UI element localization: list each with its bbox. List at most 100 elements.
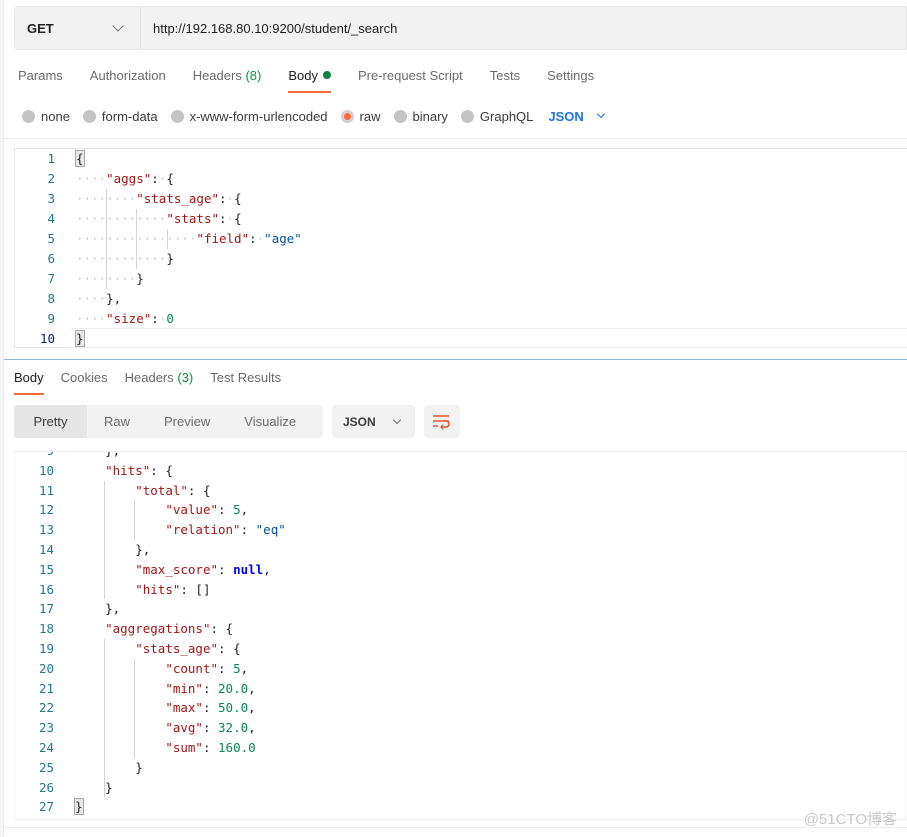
code-text: "aggregations": { bbox=[105, 621, 234, 637]
view-raw-button[interactable]: Raw bbox=[87, 405, 147, 438]
radio-none[interactable]: none bbox=[22, 109, 70, 124]
code-line: 20 "count": 5, bbox=[14, 659, 907, 679]
code-text: } bbox=[75, 779, 113, 795]
code-text: "relation": "eq" bbox=[165, 522, 286, 538]
tab-headers[interactable]: Headers (8) bbox=[193, 62, 262, 92]
line-number: 11 bbox=[38, 482, 54, 498]
code-line: 24 "sum": 160.0 bbox=[14, 738, 907, 758]
indent-guide bbox=[166, 229, 168, 249]
tab-tests[interactable]: Tests bbox=[490, 62, 520, 92]
line-number: 22 bbox=[38, 700, 54, 716]
code-line: 12 "value": 5, bbox=[14, 500, 907, 520]
window-edge bbox=[0, 0, 4, 837]
tab-settings[interactable]: Settings bbox=[547, 62, 594, 92]
line-number: 23 bbox=[38, 720, 54, 736]
line-number: 10 bbox=[38, 462, 54, 478]
tab-body[interactable]: Body bbox=[288, 62, 331, 93]
resp-tab-test-results[interactable]: Test Results bbox=[210, 364, 281, 394]
tab-pre-request-script[interactable]: Pre-request Script bbox=[358, 62, 463, 92]
wrap-lines-button[interactable] bbox=[424, 405, 460, 438]
headers-count-badge: (8) bbox=[245, 68, 262, 83]
request-url-bar: GET http://192.168.80.10:9200/student/_s… bbox=[14, 6, 907, 50]
indent-guide bbox=[104, 639, 106, 798]
radio-form-data[interactable]: form-data bbox=[82, 109, 158, 124]
line-number: 24 bbox=[38, 740, 54, 755]
url-input[interactable]: http://192.168.80.10:9200/student/_searc… bbox=[141, 7, 397, 49]
code-line: 17 }, bbox=[14, 599, 907, 619]
code-line: 18 "aggregations": { bbox=[14, 619, 907, 639]
resp-tab-headers[interactable]: Headers (3) bbox=[125, 364, 194, 394]
code-line: 13 "relation": "eq" bbox=[14, 520, 907, 540]
code-text: "sum": 160.0 bbox=[165, 740, 256, 755]
chevron-down-icon bbox=[596, 109, 606, 119]
radio-circle-icon bbox=[170, 109, 184, 123]
tab-authorization[interactable]: Authorization bbox=[90, 62, 166, 92]
radio-label: none bbox=[41, 108, 70, 124]
code-text: } bbox=[75, 330, 85, 347]
code-line: 23 "avg": 32.0, bbox=[14, 718, 907, 738]
request-body-editor[interactable]: 1{2····"aggs":·{3········"stats_age":·{4… bbox=[14, 148, 907, 348]
pane-resize-handle[interactable] bbox=[4, 359, 907, 360]
radio-x-www-form-urlencoded[interactable]: x-www-form-urlencoded bbox=[170, 109, 328, 124]
tab-label: Body bbox=[14, 370, 44, 385]
divider bbox=[4, 138, 907, 139]
radio-circle-icon bbox=[460, 109, 474, 123]
watermark: @51CTO博客 bbox=[803, 811, 897, 828]
response-format-select[interactable]: JSON bbox=[332, 405, 415, 438]
code-text: } bbox=[75, 759, 143, 775]
code-text: } bbox=[74, 798, 84, 816]
line-number: 18 bbox=[38, 621, 54, 637]
line-number: 10 bbox=[39, 331, 55, 346]
code-line: 8 ····}, bbox=[15, 289, 907, 309]
radio-label: raw bbox=[359, 108, 381, 124]
view-visualize-button[interactable]: Visualize bbox=[227, 405, 313, 438]
line-number: 8 bbox=[47, 291, 55, 306]
code-line: 2 ····"aggs":·{ bbox=[15, 169, 907, 189]
code-line: 26 } bbox=[14, 778, 907, 798]
code-text: "count": 5, bbox=[165, 660, 249, 676]
radio-graphql[interactable]: GraphQL bbox=[460, 108, 534, 124]
radio-label: binary bbox=[412, 108, 448, 124]
line-number: 21 bbox=[38, 680, 54, 696]
code-line: 10} bbox=[15, 329, 907, 349]
code-text: }, bbox=[75, 542, 151, 557]
code-text: ····"size":·0 bbox=[76, 311, 174, 326]
line-number: 19 bbox=[38, 641, 54, 656]
code-line: 6 ············} bbox=[15, 249, 907, 269]
line-number: 5 bbox=[47, 231, 55, 246]
tab-params[interactable]: Params bbox=[18, 62, 63, 92]
tab-label: Headers bbox=[124, 370, 174, 385]
response-body-viewer[interactable]: 9 },10 "hits": {11 "total": {12 "value":… bbox=[14, 451, 907, 821]
code-line: 21 "min": 20.0, bbox=[14, 679, 907, 699]
body-format-select[interactable]: JSON bbox=[548, 109, 606, 124]
indent-guide bbox=[136, 209, 138, 269]
code-text: ····}, bbox=[76, 291, 122, 306]
resp-tab-cookies[interactable]: Cookies bbox=[61, 364, 108, 394]
resp-tab-body[interactable]: Body bbox=[14, 364, 44, 395]
code-line: 14 }, bbox=[14, 540, 907, 560]
radio-raw[interactable]: raw bbox=[340, 108, 381, 124]
tab-label: Test Results bbox=[210, 370, 282, 385]
line-number: 9 bbox=[14, 452, 54, 461]
view-preview-button[interactable]: Preview bbox=[147, 405, 227, 438]
code-line: 15 "max_score": null, bbox=[14, 560, 907, 580]
radio-label: GraphQL bbox=[479, 108, 534, 124]
radio-binary[interactable]: binary bbox=[393, 108, 448, 124]
tab-label: Cookies bbox=[60, 370, 108, 385]
code-text: ········"stats_age":·{ bbox=[76, 191, 242, 206]
line-number: 20 bbox=[38, 660, 54, 676]
method-select[interactable]: GET bbox=[15, 7, 141, 49]
code-text: ····"aggs":·{ bbox=[76, 171, 174, 186]
response-format-label: JSON bbox=[343, 414, 376, 429]
code-line: 9 }, bbox=[14, 452, 907, 461]
radio-circle-icon bbox=[82, 109, 96, 123]
tab-label: Settings bbox=[547, 68, 595, 83]
divider bbox=[4, 827, 907, 828]
line-number: 15 bbox=[38, 561, 54, 577]
code-line: 19 "stats_age": { bbox=[14, 639, 907, 659]
indent-guide bbox=[134, 500, 136, 540]
view-pretty-button[interactable]: Pretty bbox=[14, 405, 87, 438]
chevron-down-icon bbox=[112, 20, 124, 32]
line-number: 25 bbox=[38, 759, 54, 775]
code-line: 25 } bbox=[14, 758, 907, 778]
